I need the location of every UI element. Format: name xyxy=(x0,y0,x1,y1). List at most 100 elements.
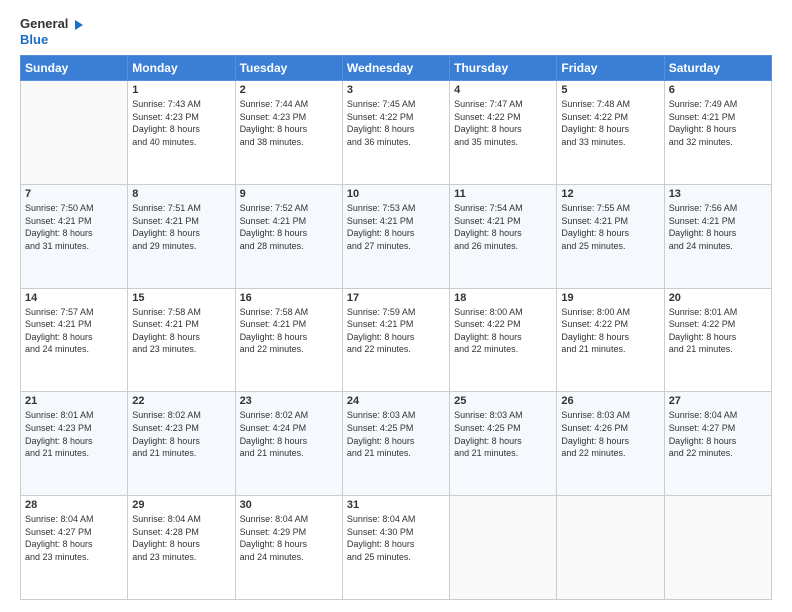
logo-text-block: General Blue xyxy=(20,16,83,47)
day-number: 8 xyxy=(132,188,230,200)
day-info: Sunrise: 8:01 AM Sunset: 4:23 PM Dayligh… xyxy=(25,409,123,459)
calendar-cell: 3 Sunrise: 7:45 AM Sunset: 4:22 PM Daylig… xyxy=(342,81,449,185)
day-info: Sunrise: 7:59 AM Sunset: 4:21 PM Dayligh… xyxy=(347,306,445,356)
calendar-cell: 10 Sunrise: 7:53 AM Sunset: 4:21 PM Dayli… xyxy=(342,184,449,288)
calendar-cell: 14 Sunrise: 7:57 AM Sunset: 4:21 PM Dayli… xyxy=(21,288,128,392)
day-info: Sunrise: 7:51 AM Sunset: 4:21 PM Dayligh… xyxy=(132,202,230,252)
day-info: Sunrise: 7:43 AM Sunset: 4:23 PM Dayligh… xyxy=(132,98,230,148)
day-info: Sunrise: 8:03 AM Sunset: 4:26 PM Dayligh… xyxy=(561,409,659,459)
day-number: 13 xyxy=(669,188,767,200)
day-info: Sunrise: 8:04 AM Sunset: 4:29 PM Dayligh… xyxy=(240,513,338,563)
calendar-cell: 5Sunrise: 7:48 AM Sunset: 4:22 PM Daylig… xyxy=(557,81,664,185)
day-number: 3 xyxy=(347,84,445,96)
day-info: Sunrise: 7:53 AM Sunset: 4:21 PM Dayligh… xyxy=(347,202,445,252)
day-number: 17 xyxy=(347,292,445,304)
calendar-cell: 11Sunrise: 7:54 AM Sunset: 4:21 PM Dayli… xyxy=(450,184,557,288)
logo-general: General xyxy=(20,16,68,31)
day-info: Sunrise: 7:45 AM Sunset: 4:22 PM Dayligh… xyxy=(347,98,445,148)
day-number: 27 xyxy=(669,395,767,407)
weekday-header-monday: Monday xyxy=(128,56,235,81)
calendar-cell: 2 Sunrise: 7:44 AM Sunset: 4:23 PM Daylig… xyxy=(235,81,342,185)
weekday-header-wednesday: Wednesday xyxy=(342,56,449,81)
calendar-cell: 9 Sunrise: 7:52 AM Sunset: 4:21 PM Daylig… xyxy=(235,184,342,288)
day-info: Sunrise: 8:01 AM Sunset: 4:22 PM Dayligh… xyxy=(669,306,767,356)
week-row-5: 28Sunrise: 8:04 AM Sunset: 4:27 PM Dayli… xyxy=(21,496,772,600)
calendar-cell xyxy=(664,496,771,600)
week-row-4: 21 Sunrise: 8:01 AM Sunset: 4:23 PM Dayli… xyxy=(21,392,772,496)
day-info: Sunrise: 8:03 AM Sunset: 4:25 PM Dayligh… xyxy=(454,409,552,459)
day-info: Sunrise: 7:50 AM Sunset: 4:21 PM Dayligh… xyxy=(25,202,123,252)
day-number: 2 xyxy=(240,84,338,96)
day-info: Sunrise: 7:58 AM Sunset: 4:21 PM Dayligh… xyxy=(132,306,230,356)
day-number: 30 xyxy=(240,499,338,511)
day-info: Sunrise: 8:03 AM Sunset: 4:25 PM Dayligh… xyxy=(347,409,445,459)
day-number: 10 xyxy=(347,188,445,200)
day-number: 23 xyxy=(240,395,338,407)
day-info: Sunrise: 8:02 AM Sunset: 4:24 PM Dayligh… xyxy=(240,409,338,459)
weekday-header-saturday: Saturday xyxy=(664,56,771,81)
day-number: 20 xyxy=(669,292,767,304)
calendar-cell xyxy=(21,81,128,185)
calendar-cell: 21 Sunrise: 8:01 AM Sunset: 4:23 PM Dayli… xyxy=(21,392,128,496)
week-row-1: 1 Sunrise: 7:43 AM Sunset: 4:23 PM Daylig… xyxy=(21,81,772,185)
calendar-cell: 6Sunrise: 7:49 AM Sunset: 4:21 PM Daylig… xyxy=(664,81,771,185)
day-number: 31 xyxy=(347,499,445,511)
calendar-cell: 22 Sunrise: 8:02 AM Sunset: 4:23 PM Dayli… xyxy=(128,392,235,496)
calendar-cell: 23 Sunrise: 8:02 AM Sunset: 4:24 PM Dayli… xyxy=(235,392,342,496)
calendar-cell: 13 Sunrise: 7:56 AM Sunset: 4:21 PM Dayli… xyxy=(664,184,771,288)
calendar-cell: 15 Sunrise: 7:58 AM Sunset: 4:21 PM Dayli… xyxy=(128,288,235,392)
day-info: Sunrise: 7:57 AM Sunset: 4:21 PM Dayligh… xyxy=(25,306,123,356)
calendar-cell: 7 Sunrise: 7:50 AM Sunset: 4:21 PM Daylig… xyxy=(21,184,128,288)
day-number: 21 xyxy=(25,395,123,407)
week-row-3: 14 Sunrise: 7:57 AM Sunset: 4:21 PM Dayli… xyxy=(21,288,772,392)
day-number: 24 xyxy=(347,395,445,407)
day-info: Sunrise: 8:04 AM Sunset: 4:27 PM Dayligh… xyxy=(669,409,767,459)
calendar-cell: 19Sunrise: 8:00 AM Sunset: 4:22 PM Dayli… xyxy=(557,288,664,392)
day-number: 18 xyxy=(454,292,552,304)
calendar-cell: 30 Sunrise: 8:04 AM Sunset: 4:29 PM Dayli… xyxy=(235,496,342,600)
calendar-cell: 20 Sunrise: 8:01 AM Sunset: 4:22 PM Dayli… xyxy=(664,288,771,392)
calendar-cell xyxy=(450,496,557,600)
day-info: Sunrise: 8:04 AM Sunset: 4:30 PM Dayligh… xyxy=(347,513,445,563)
day-number: 29 xyxy=(132,499,230,511)
weekday-header-friday: Friday xyxy=(557,56,664,81)
logo-arrow-icon xyxy=(69,18,83,32)
day-info: Sunrise: 8:00 AM Sunset: 4:22 PM Dayligh… xyxy=(561,306,659,356)
day-info: Sunrise: 7:44 AM Sunset: 4:23 PM Dayligh… xyxy=(240,98,338,148)
calendar-cell: 28Sunrise: 8:04 AM Sunset: 4:27 PM Dayli… xyxy=(21,496,128,600)
calendar-cell: 17 Sunrise: 7:59 AM Sunset: 4:21 PM Dayli… xyxy=(342,288,449,392)
logo: General Blue xyxy=(20,16,83,47)
calendar-cell: 24 Sunrise: 8:03 AM Sunset: 4:25 PM Dayli… xyxy=(342,392,449,496)
calendar-cell xyxy=(557,496,664,600)
calendar-cell: 18Sunrise: 8:00 AM Sunset: 4:22 PM Dayli… xyxy=(450,288,557,392)
calendar-cell: 25 Sunrise: 8:03 AM Sunset: 4:25 PM Dayli… xyxy=(450,392,557,496)
weekday-header-sunday: Sunday xyxy=(21,56,128,81)
day-number: 6 xyxy=(669,84,767,96)
day-number: 25 xyxy=(454,395,552,407)
day-info: Sunrise: 7:55 AM Sunset: 4:21 PM Dayligh… xyxy=(561,202,659,252)
calendar-cell: 16Sunrise: 7:58 AM Sunset: 4:21 PM Dayli… xyxy=(235,288,342,392)
day-info: Sunrise: 7:56 AM Sunset: 4:21 PM Dayligh… xyxy=(669,202,767,252)
weekday-header-tuesday: Tuesday xyxy=(235,56,342,81)
calendar-cell: 12Sunrise: 7:55 AM Sunset: 4:21 PM Dayli… xyxy=(557,184,664,288)
day-info: Sunrise: 7:52 AM Sunset: 4:21 PM Dayligh… xyxy=(240,202,338,252)
calendar-cell: 1 Sunrise: 7:43 AM Sunset: 4:23 PM Daylig… xyxy=(128,81,235,185)
day-number: 16 xyxy=(240,292,338,304)
day-info: Sunrise: 8:04 AM Sunset: 4:28 PM Dayligh… xyxy=(132,513,230,563)
day-number: 14 xyxy=(25,292,123,304)
calendar-cell: 8 Sunrise: 7:51 AM Sunset: 4:21 PM Daylig… xyxy=(128,184,235,288)
logo-blue: Blue xyxy=(20,32,48,47)
calendar-cell: 27 Sunrise: 8:04 AM Sunset: 4:27 PM Dayli… xyxy=(664,392,771,496)
day-number: 9 xyxy=(240,188,338,200)
calendar-cell: 29 Sunrise: 8:04 AM Sunset: 4:28 PM Dayli… xyxy=(128,496,235,600)
day-number: 28 xyxy=(25,499,123,511)
week-row-2: 7 Sunrise: 7:50 AM Sunset: 4:21 PM Daylig… xyxy=(21,184,772,288)
day-number: 7 xyxy=(25,188,123,200)
calendar-cell: 26Sunrise: 8:03 AM Sunset: 4:26 PM Dayli… xyxy=(557,392,664,496)
day-info: Sunrise: 7:48 AM Sunset: 4:22 PM Dayligh… xyxy=(561,98,659,148)
day-number: 1 xyxy=(132,84,230,96)
day-number: 22 xyxy=(132,395,230,407)
day-number: 4 xyxy=(454,84,552,96)
day-number: 15 xyxy=(132,292,230,304)
day-info: Sunrise: 8:02 AM Sunset: 4:23 PM Dayligh… xyxy=(132,409,230,459)
